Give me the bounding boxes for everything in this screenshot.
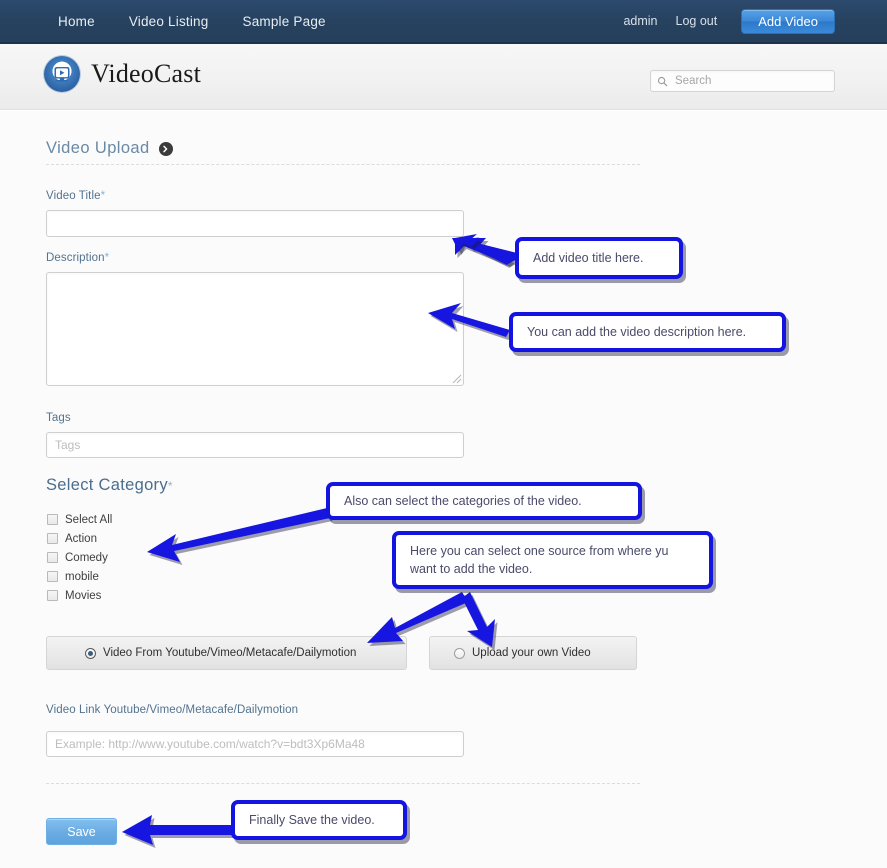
- save-button[interactable]: Save: [46, 818, 117, 845]
- category-option-select-all[interactable]: Select All: [47, 510, 112, 529]
- radio-icon-selected[interactable]: [85, 647, 96, 659]
- checkbox-icon[interactable]: [47, 590, 58, 601]
- add-video-button[interactable]: Add Video: [741, 8, 835, 34]
- checkbox-icon[interactable]: [47, 514, 58, 525]
- annotation-callout-source[interactable]: Here you can select one source from wher…: [392, 531, 713, 589]
- video-play-logo-icon: [44, 56, 80, 92]
- category-option-comedy[interactable]: Comedy: [47, 548, 112, 567]
- search-input[interactable]: [673, 74, 831, 88]
- annotation-callout-description[interactable]: You can add the video description here.: [509, 312, 786, 352]
- divider-top: [46, 164, 640, 165]
- nav-link-video-listing[interactable]: Video Listing: [129, 14, 209, 29]
- category-option-action[interactable]: Action: [47, 529, 112, 548]
- annotation-callout-save[interactable]: Finally Save the video.: [231, 800, 407, 840]
- category-checkbox-list: Select All Action Comedy mobile Movies: [47, 510, 112, 605]
- checkbox-icon[interactable]: [47, 533, 58, 544]
- video-link-label: Video Link Youtube/Vimeo/Metacafe/Dailym…: [46, 704, 299, 716]
- category-option-movies[interactable]: Movies: [47, 586, 112, 605]
- search-box[interactable]: [650, 70, 835, 92]
- description-label: Description*: [46, 252, 110, 264]
- category-option-mobile[interactable]: mobile: [47, 567, 112, 586]
- source-option-upload[interactable]: Upload your own Video: [429, 636, 637, 670]
- page-title: Video Upload: [46, 139, 150, 157]
- tags-input[interactable]: [46, 432, 464, 458]
- page-title-group: Video Upload: [46, 139, 173, 158]
- brand-name: VideoCast: [91, 59, 202, 88]
- source-option-remote[interactable]: Video From Youtube/Vimeo/Metacafe/Dailym…: [46, 636, 407, 670]
- chevron-right-icon[interactable]: [158, 141, 173, 156]
- description-textarea[interactable]: [46, 272, 464, 386]
- current-user-label: admin: [623, 14, 658, 28]
- brand-logo-group[interactable]: VideoCast: [44, 56, 201, 92]
- tags-label: Tags: [46, 412, 71, 424]
- top-navigation-bar: Home Video Listing Sample Page admin Log…: [0, 0, 887, 44]
- nav-link-sample-page[interactable]: Sample Page: [242, 14, 325, 29]
- account-nav: admin Log out Add Video: [623, 0, 835, 42]
- divider-bottom: [46, 783, 640, 784]
- select-category-title: Select Category*: [46, 476, 173, 494]
- nav-link-home[interactable]: Home: [58, 14, 95, 29]
- checkbox-icon[interactable]: [47, 552, 58, 563]
- checkbox-icon[interactable]: [47, 571, 58, 582]
- radio-icon-unselected[interactable]: [454, 647, 465, 659]
- video-title-input[interactable]: [46, 210, 464, 237]
- primary-nav: Home Video Listing Sample Page: [58, 0, 326, 42]
- logout-link[interactable]: Log out: [676, 14, 718, 28]
- annotation-callout-categories[interactable]: Also can select the categories of the vi…: [326, 482, 642, 520]
- annotation-callout-video-title[interactable]: Add video title here.: [515, 237, 683, 279]
- search-icon: [657, 76, 668, 87]
- video-title-label: Video Title*: [46, 190, 106, 202]
- video-link-input[interactable]: [46, 731, 464, 757]
- brand-header: VideoCast: [0, 44, 887, 110]
